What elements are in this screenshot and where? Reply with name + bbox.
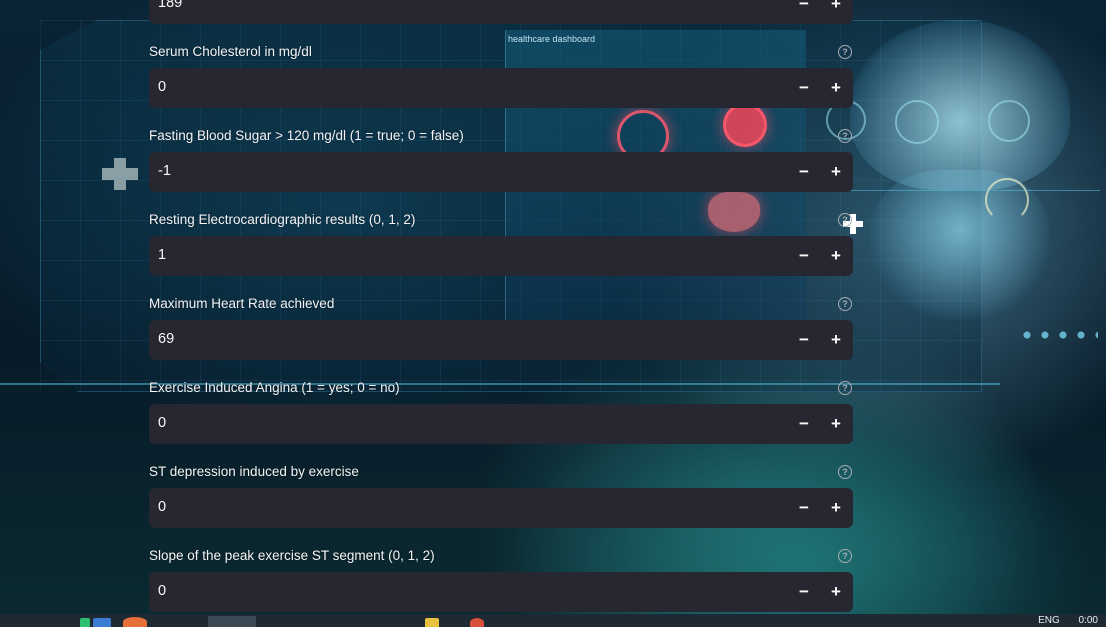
increment-button[interactable]: + <box>822 158 850 186</box>
help-icon[interactable]: ? <box>838 129 852 143</box>
decrement-button[interactable]: − <box>790 578 818 606</box>
decrement-button[interactable]: − <box>790 494 818 522</box>
number-input-value[interactable]: 189 <box>158 0 182 11</box>
st-slope-input[interactable]: 0 − + <box>149 572 853 612</box>
number-input[interactable]: 189 − + <box>149 0 853 24</box>
serum-cholesterol-input[interactable]: 0 − + <box>149 68 853 108</box>
hud-dots <box>1018 325 1098 345</box>
language-indicator[interactable]: ENG <box>1038 615 1060 626</box>
max-heart-rate-input[interactable]: 69 − + <box>149 320 853 360</box>
number-input-value[interactable]: 0 <box>158 415 166 431</box>
number-input-value[interactable]: 69 <box>158 331 174 347</box>
increment-button[interactable]: + <box>822 0 850 18</box>
decrement-button[interactable]: − <box>790 326 818 354</box>
fasting-blood-sugar-input[interactable]: -1 − + <box>149 152 853 192</box>
field-label: ST depression induced by exercise <box>149 464 359 479</box>
decrement-button[interactable]: − <box>790 158 818 186</box>
field-label: Resting Electrocardiographic results (0,… <box>149 212 416 227</box>
number-input-value[interactable]: 1 <box>158 247 166 263</box>
increment-button[interactable]: + <box>822 74 850 102</box>
decrement-button[interactable]: − <box>790 242 818 270</box>
app-icon[interactable] <box>80 618 90 627</box>
gauge-icon <box>985 178 1029 222</box>
decrement-button[interactable]: − <box>790 410 818 438</box>
field-label: Slope of the peak exercise ST segment (0… <box>149 548 435 563</box>
taskbar: ENG 0:00 <box>0 614 1106 627</box>
increment-button[interactable]: + <box>822 242 850 270</box>
resting-ecg-input[interactable]: 1 − + <box>149 236 853 276</box>
clock[interactable]: 0:00 <box>1079 615 1098 626</box>
surgeon-cap <box>850 20 1070 190</box>
number-input-value[interactable]: 0 <box>158 583 166 599</box>
number-input-value[interactable]: -1 <box>158 163 171 179</box>
help-icon[interactable]: ? <box>838 45 852 59</box>
help-icon[interactable]: ? <box>838 297 852 311</box>
field-label: Maximum Heart Rate achieved <box>149 296 335 311</box>
help-icon[interactable]: ? <box>838 465 852 479</box>
gauge-icon <box>988 100 1030 142</box>
decrement-button[interactable]: − <box>790 74 818 102</box>
exercise-angina-input[interactable]: 0 − + <box>149 404 853 444</box>
field-label: Exercise Induced Angina (1 = yes; 0 = no… <box>149 380 400 395</box>
increment-button[interactable]: + <box>822 326 850 354</box>
decrement-button[interactable]: − <box>790 0 818 18</box>
help-icon[interactable]: ? <box>838 549 852 563</box>
plus-icon <box>102 158 138 190</box>
browser-icon[interactable] <box>123 617 147 627</box>
number-input-value[interactable]: 0 <box>158 79 166 95</box>
active-app-icon[interactable] <box>208 616 256 627</box>
increment-button[interactable]: + <box>822 578 850 606</box>
field-label: Serum Cholesterol in mg/dl <box>149 44 312 59</box>
increment-button[interactable]: + <box>822 494 850 522</box>
help-icon[interactable]: ? <box>838 213 852 227</box>
system-tray: ENG 0:00 <box>1022 615 1098 626</box>
medical-cross-icon <box>723 103 767 147</box>
heart-icon <box>708 192 760 232</box>
app-icon[interactable] <box>93 618 111 627</box>
hud-dashboard-title: healthcare dashboard <box>508 34 596 44</box>
st-depression-input[interactable]: 0 − + <box>149 488 853 528</box>
hud-line <box>810 190 1100 191</box>
number-input-value[interactable]: 0 <box>158 499 166 515</box>
help-icon[interactable]: ? <box>838 381 852 395</box>
app-icon[interactable] <box>425 618 439 627</box>
gauge-icon <box>895 100 939 144</box>
field-label: Fasting Blood Sugar > 120 mg/dl (1 = tru… <box>149 128 464 143</box>
app-icon[interactable] <box>470 618 484 627</box>
increment-button[interactable]: + <box>822 410 850 438</box>
